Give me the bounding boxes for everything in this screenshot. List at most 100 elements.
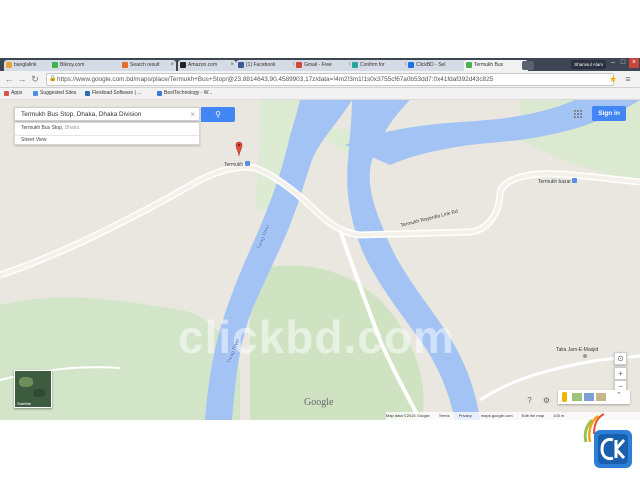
label-text: Termukh bazar (538, 179, 572, 185)
tab-label: Bikroy.com (60, 62, 85, 68)
minimize-icon[interactable]: – (608, 58, 618, 68)
my-location-icon[interactable]: ⊙ (614, 352, 627, 365)
satellite-toggle[interactable]: Satellite (14, 370, 52, 408)
zoom-in-button[interactable]: + (614, 367, 627, 380)
map-graphics (0, 100, 640, 420)
tab-search-result[interactable]: Search result × (120, 60, 176, 71)
menu-icon[interactable]: ≡ (622, 73, 634, 85)
tab-favicon (180, 62, 186, 68)
tab-label: ClickBD - Sel (416, 62, 446, 68)
satellite-preview-shape (19, 377, 33, 387)
tab-label: Termukh Bus (474, 62, 504, 68)
thumbnail-icon[interactable] (596, 393, 606, 401)
window-close-icon[interactable]: × (629, 58, 639, 68)
clickbd-logo-icon (583, 413, 632, 468)
tab-bikroy[interactable]: Bikroy.com× (50, 60, 126, 71)
bus-icon (572, 178, 578, 183)
thumbnail-icon[interactable] (572, 393, 582, 401)
bookmark-label: Apps (11, 90, 23, 96)
lock-icon: 🔒 (49, 76, 57, 82)
suggestion-primary: Termukh Bus Stop, (21, 125, 64, 131)
tab-label: Search result (130, 62, 160, 68)
tab-label: Confirm for (360, 62, 385, 68)
bus-stop-label[interactable]: Termukh (224, 161, 250, 168)
maps-link[interactable]: maps.google.com (481, 413, 513, 418)
pegman-icon[interactable] (562, 392, 567, 402)
tab-favicon (6, 62, 12, 68)
bookmark-apps[interactable]: Apps (3, 88, 22, 99)
privacy-link[interactable]: Privacy (459, 413, 472, 418)
google-logo: Google (304, 397, 334, 408)
tab-label: banglalink (14, 62, 37, 68)
bookmark-label: BestTechnology - W... (164, 90, 213, 96)
divider (15, 135, 199, 136)
mosque-label: Talia Jam-E-Masjid (556, 347, 599, 353)
satellite-label: Satellite (17, 401, 32, 406)
tab-termukh-active[interactable]: Termukh Bus× (464, 60, 528, 71)
profile-badge[interactable]: Shamsul Alam (571, 60, 606, 69)
tab-favicon (408, 62, 414, 68)
bookmark-icon (157, 91, 162, 96)
thumbnail-icon[interactable] (584, 393, 594, 401)
mosque-marker-icon[interactable] (583, 354, 587, 358)
bookmark-label: Suggested Sites (40, 90, 77, 96)
tab-clickbd[interactable]: ClickBD - Sel× (406, 60, 470, 71)
search-button[interactable]: ⚲ (201, 107, 235, 122)
satellite-preview-shape (33, 389, 45, 397)
imagery-strip[interactable]: ⌃ (558, 390, 630, 404)
close-icon[interactable]: × (170, 60, 174, 71)
new-tab-button[interactable] (522, 61, 534, 70)
suggestion-item[interactable]: Termukh Bus Stop, Dhaka (21, 125, 79, 131)
clear-icon[interactable]: × (190, 108, 195, 122)
label-text: Termukh (224, 162, 244, 168)
tab-favicon (52, 62, 58, 68)
close-icon[interactable]: × (230, 60, 234, 71)
tab-favicon (122, 62, 128, 68)
terms-link[interactable]: Terms (439, 413, 450, 418)
bookmark-icon (85, 91, 90, 96)
tab-banglalink[interactable]: banglalink× (4, 60, 56, 71)
forward-arrow-icon[interactable]: → (16, 73, 28, 85)
bookmarks-bar: Apps Suggested Sites Flexiload Software … (0, 88, 640, 100)
tab-strip: banglalink× Bikroy.com× Search result× A… (0, 58, 640, 71)
bus-icon (244, 161, 250, 166)
suggestion-secondary: Dhaka (64, 125, 80, 131)
tab-favicon (238, 62, 244, 68)
sign-in-button[interactable]: Sign in (592, 106, 626, 121)
scale-bar[interactable]: 100 m (553, 413, 564, 418)
map-data-attribution: Map data ©2015 Google (386, 413, 430, 418)
street-view-item[interactable]: Street View (21, 137, 46, 143)
tab-favicon (466, 62, 472, 68)
tab-favicon (296, 62, 302, 68)
address-bar[interactable]: 🔒 https://www.google.com.bd/maps/place/T… (46, 73, 614, 86)
bookmark-suggested-sites[interactable]: Suggested Sites (32, 88, 76, 99)
browser-toolbar: ← → ↻ 🔒 https://www.google.com.bd/maps/p… (0, 71, 640, 88)
search-value: Termukh Bus Stop, Dhaka, Dhaka Division (21, 111, 142, 118)
map-search-input[interactable]: Termukh Bus Stop, Dhaka, Dhaka Division … (14, 107, 200, 121)
tab-favicon (352, 62, 358, 68)
bookmark-flexiload[interactable]: Flexiload Software | ... (84, 88, 141, 99)
tab-facebook[interactable]: (1) Facebook× (236, 60, 298, 71)
apps-grid-icon[interactable] (574, 110, 582, 118)
bus-stop-label[interactable]: Termukh bazar (538, 178, 578, 185)
back-arrow-icon[interactable]: ← (3, 73, 15, 85)
edit-map-link[interactable]: Edit the map (522, 413, 544, 418)
map-canvas[interactable]: clickbd.com Termukh Bus Stop, Dhaka, Dha… (0, 100, 640, 420)
tab-amazon[interactable]: Amazon.com × (178, 60, 236, 71)
search-suggestions: Termukh Bus Stop, Dhaka Street View (14, 122, 200, 145)
tab-confirm[interactable]: Confirm for× (350, 60, 410, 71)
help-icon[interactable]: ? (524, 395, 535, 406)
tab-label: Amazon.com (188, 62, 218, 68)
apps-icon (4, 91, 9, 96)
maximize-icon[interactable]: □ (618, 58, 628, 68)
bookmark-star-icon[interactable]: ★ (607, 73, 619, 85)
settings-gear-icon[interactable]: ⚙ (541, 395, 552, 406)
tab-gmail[interactable]: Gmail - Free× (294, 60, 354, 71)
expand-icon[interactable]: ⌃ (616, 391, 622, 399)
url-text: https://www.google.com.bd/maps/place/Ter… (57, 76, 494, 83)
tab-label: Gmail - Free (304, 62, 332, 68)
reload-icon[interactable]: ↻ (29, 73, 41, 85)
bookmark-label: Flexiload Software | ... (92, 90, 142, 96)
search-icon: ⚲ (215, 110, 221, 119)
bookmark-besttechnology[interactable]: BestTechnology - W... (156, 88, 212, 99)
